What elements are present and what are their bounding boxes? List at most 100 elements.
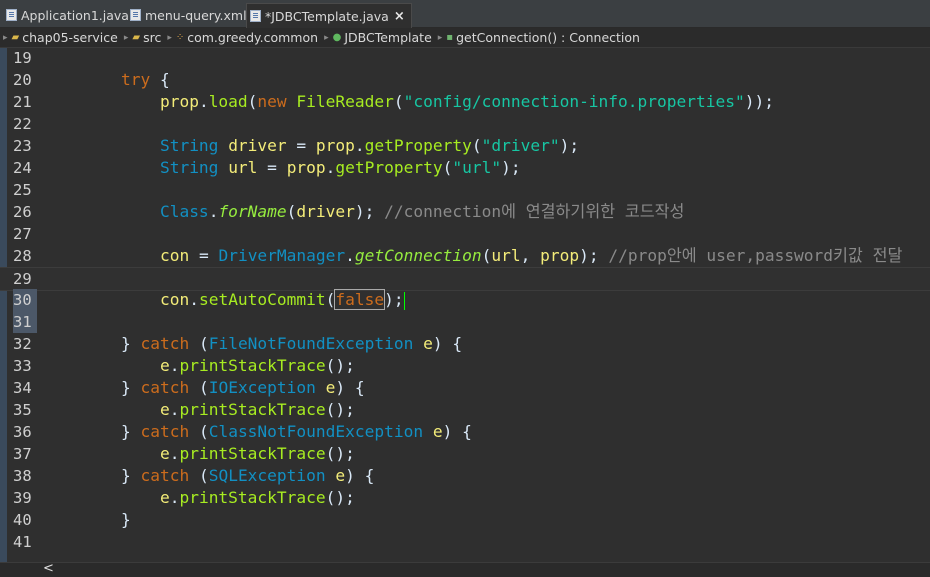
line-number: 32 [13,335,32,353]
code-token: DriverManager [218,246,346,265]
breadcrumb-src[interactable]: ▰ src [132,30,161,45]
breadcrumb-package[interactable]: ⁘ com.greedy.common [176,30,318,45]
code-token: "url" [452,158,502,177]
line-number: 41 [13,533,32,551]
code-token: . [189,290,199,309]
breadcrumb-method[interactable]: ▪ getConnection() : Connection [446,30,640,45]
code-token: (); [325,356,355,375]
java-file-icon [6,9,17,21]
tab-menu-query-xml[interactable]: menu-query.xml [130,4,247,26]
horizontal-scrollbar[interactable]: < [0,561,930,577]
code-token: (); [325,488,355,507]
code-token: String [159,158,219,177]
code-text: con.setAutoCommit(false); [43,289,405,311]
code-token: e [423,334,433,353]
code-line: 32 } catch (FileNotFoundException e) { [0,333,930,355]
code-token: printStackTrace [179,488,326,507]
code-token: e [325,378,336,397]
code-token: ( [286,202,297,221]
code-text: try { [43,69,170,91]
breadcrumb: ▸ ▰ chap05-service ▸ ▰ src ▸ ⁘ com.greed… [0,28,930,48]
breadcrumb-class[interactable]: ● JDBCTemplate [333,30,432,45]
code-text: } catch (SQLException e) { [43,465,374,487]
code-line: 41 [0,531,930,553]
code-text: e.printStackTrace(); [43,443,355,465]
tab-label: *JDBCTemplate.java [265,8,389,24]
code-token: url [228,158,258,177]
code-text: } [43,509,131,531]
code-line: 36 } catch (ClassNotFoundException e) { [0,421,930,443]
code-editor[interactable]: 19 20 try {21 prop.load(new FileReader("c… [0,48,930,562]
code-token: ) { [335,378,365,397]
code-line: 24 String url = prop.getProperty("url"); [0,157,930,179]
code-token: getProperty [335,158,443,177]
line-number: 21 [13,93,32,111]
code-token: "driver" [481,136,560,155]
line-number: 38 [13,467,32,485]
code-text: e.printStackTrace(); [43,355,355,377]
code-token: ); [384,290,404,309]
code-token: load [208,92,248,111]
code-token: catch [140,334,190,353]
code-text: e.printStackTrace(); [43,399,355,421]
line-number: 30 [13,289,37,311]
scroll-left-arrow-icon[interactable]: < [43,561,54,576]
code-token: ( [189,334,209,353]
code-token: e [159,356,170,375]
code-line: 35 e.printStackTrace(); [0,399,930,421]
code-token: e [159,400,170,419]
code-line: 37 e.printStackTrace(); [0,443,930,465]
code-token: setAutoCommit [198,290,326,309]
code-token: prop [159,92,199,111]
code-token: ); [501,158,521,177]
code-token: try [120,70,151,89]
code-token: con [159,290,190,309]
code-token: = [286,136,316,155]
code-text: Class.forName(driver); //connection에 연결하… [43,201,684,223]
code-token: forName [218,202,287,221]
line-number: 35 [13,401,32,419]
close-icon[interactable]: × [394,9,405,24]
tab-application1-java[interactable]: Application1.java [6,4,129,26]
breadcrumb-project[interactable]: ▰ chap05-service [12,30,118,45]
code-line: 23 String driver = prop.getProperty("dri… [0,135,930,157]
line-number: 31 [13,311,37,333]
code-token: ( [189,378,209,397]
code-token: . [325,158,336,177]
code-token: ( [442,158,453,177]
code-token: } [120,422,141,441]
code-token: String [159,136,219,155]
tab-jdbctemplate-java[interactable]: *JDBCTemplate.java × [246,3,412,28]
method-icon: ▪ [446,32,454,43]
code-line: 39 e.printStackTrace(); [0,487,930,509]
code-token: e [335,466,346,485]
code-token: . [345,246,355,265]
code-token: false [334,289,386,310]
code-line: 40 } [0,509,930,531]
code-text: prop.load(new FileReader("config/connect… [43,91,774,113]
code-token: prop [540,246,580,265]
line-number: 26 [13,203,32,221]
line-number: 36 [13,423,32,441]
code-token: printStackTrace [179,356,326,375]
code-token: ( [325,290,336,309]
line-number: 24 [13,159,32,177]
code-token: getConnection [354,246,482,265]
code-text: } catch (FileNotFoundException e) { [43,333,462,355]
code-token: . [169,488,180,507]
code-token: ) { [432,334,463,353]
line-number: 19 [13,49,32,67]
code-line: 25 [0,179,930,201]
line-number: 22 [13,115,32,133]
code-token: new [257,92,287,111]
code-token: driver [228,136,287,155]
code-token: . [354,136,365,155]
